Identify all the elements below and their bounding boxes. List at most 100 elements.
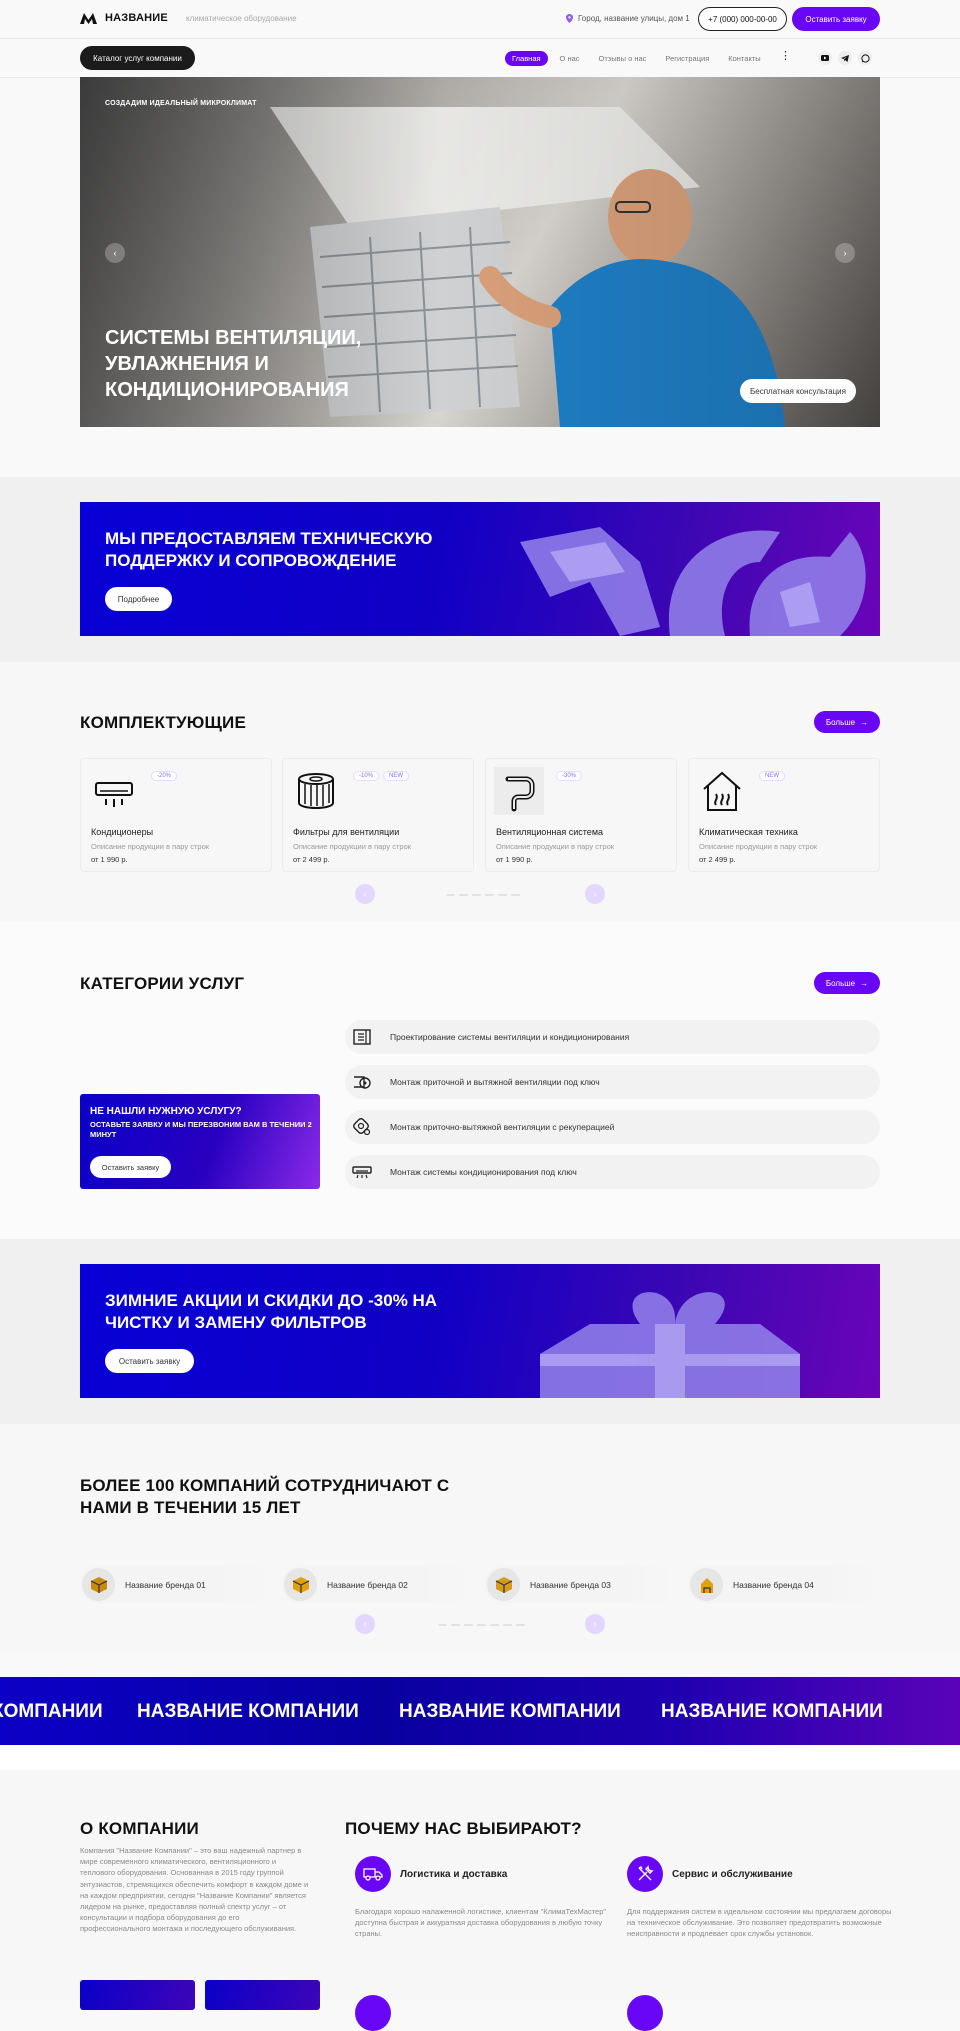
- brand-name: Название бренда 01: [125, 1580, 206, 1590]
- winter-promo-title: ЗИМНИЕ АКЦИИ И СКИДКИ ДО -30% НА ЧИСТКУ …: [105, 1291, 438, 1332]
- discount-badge: -10%: [353, 771, 380, 781]
- service-item[interactable]: Проектирование системы вентиляции и конд…: [345, 1020, 880, 1054]
- service-item[interactable]: Монтаж приточной и вытяжной вентиляции п…: [345, 1065, 880, 1099]
- service-label: Монтаж приточной и вытяжной вентиляции п…: [390, 1077, 600, 1087]
- discount-badge: -30%: [556, 771, 583, 781]
- nav-link-contacts[interactable]: Контакты: [721, 51, 767, 66]
- about-card[interactable]: [80, 1980, 195, 2010]
- partners-prev-arrow-icon[interactable]: ‹: [355, 1614, 375, 1634]
- winter-promo-banner: ЗИМНИЕ АКЦИИ И СКИДКИ ДО -30% НА ЧИСТКУ …: [80, 1264, 880, 1398]
- hero-prev-arrow-icon[interactable]: ‹: [105, 243, 125, 263]
- promo-title: НЕ НАШЛИ НУЖНУЮ УСЛУГУ?: [90, 1106, 242, 1117]
- spacer: [0, 1745, 960, 1770]
- support-banner-title: МЫ ПРЕДОСТАВЛЯЕМ ТЕХНИЧЕСКУЮ ПОДДЕРЖКУ И…: [105, 529, 433, 570]
- logo[interactable]: НАЗВАНИЕ: [80, 12, 168, 24]
- nav-link-home[interactable]: Главная: [505, 51, 548, 66]
- about-card[interactable]: [205, 1980, 320, 2010]
- why-item-text: Для поддержания систем в идеальном состо…: [627, 1907, 892, 1938]
- recuperator-icon: [353, 1118, 371, 1136]
- product-card[interactable]: NEW Климатическая техника Описание проду…: [688, 758, 880, 872]
- brand-item[interactable]: Название бренда 03: [485, 1566, 675, 1603]
- support-banner: МЫ ПРЕДОСТАВЛЯЕМ ТЕХНИЧЕСКУЮ ПОДДЕРЖКУ И…: [80, 502, 880, 636]
- request-button[interactable]: Оставить заявку: [792, 7, 880, 31]
- hero-title: СИСТЕМЫ ВЕНТИЛЯЦИИ, УВЛАЖНЕНИЯ И КОНДИЦИ…: [105, 327, 362, 401]
- partners-pager-dots[interactable]: [438, 1624, 525, 1626]
- product-card[interactable]: -10% NEW Фильтры для вентиляции Описание …: [282, 758, 474, 872]
- service-label: Проектирование системы вентиляции и конд…: [390, 1032, 630, 1042]
- support-band: МЫ ПРЕДОСТАВЛЯЕМ ТЕХНИЧЕСКУЮ ПОДДЕРЖКУ И…: [0, 477, 960, 662]
- address-text: Город, название улицы, дом 1: [578, 14, 690, 23]
- logo-icon: [80, 12, 97, 24]
- why-item: Логистика и доставка Благодаря хорошо на…: [355, 1856, 625, 1956]
- tools-icon: [627, 1856, 663, 1892]
- service-item[interactable]: Монтаж приточно-вытяжной вентиляции с ре…: [345, 1110, 880, 1144]
- gift-icon: [540, 1292, 800, 1398]
- arrow-right-icon: →: [860, 717, 869, 727]
- free-consultation-button[interactable]: Бесплатная консультация: [740, 379, 856, 403]
- service-item[interactable]: Монтаж системы кондиционирования под клю…: [345, 1155, 880, 1189]
- telegram-icon[interactable]: [838, 51, 852, 65]
- product-price: от 2 499 р.: [293, 855, 330, 864]
- why-item-icon-partial: [627, 1995, 663, 2031]
- ventilation-pipe-icon: [494, 767, 544, 815]
- promo-request-button[interactable]: Оставить заявку: [90, 1156, 171, 1178]
- fan-icon: [354, 1076, 371, 1089]
- product-badges: -10% NEW: [353, 771, 410, 781]
- why-item-title: Логистика и доставка: [400, 1869, 508, 1880]
- top-header: НАЗВАНИЕ климатическое оборудование Горо…: [0, 0, 960, 39]
- service-label: Монтаж системы кондиционирования под клю…: [390, 1167, 577, 1177]
- product-card[interactable]: -30% Вентиляционная система Описание про…: [485, 758, 677, 872]
- nav-link-register[interactable]: Регистрация: [658, 51, 716, 66]
- brand-name: Название бренда 03: [530, 1580, 611, 1590]
- components-more-button[interactable]: Больше →: [814, 711, 880, 733]
- product-desc: Описание продукции в пару строк: [91, 842, 210, 851]
- nav-link-reviews[interactable]: Отзывы о нас: [592, 51, 654, 66]
- catalog-button[interactable]: Каталог услуг компании: [80, 46, 195, 70]
- why-item: Сервис и обслуживание Для поддержания си…: [627, 1856, 897, 1956]
- promo-band: ЗИМНИЕ АКЦИИ И СКИДКИ ДО -30% НА ЧИСТКУ …: [0, 1239, 960, 1424]
- heating-house-icon: [703, 771, 741, 811]
- brand-logo-icon: [690, 1568, 723, 1601]
- marquee-item: НАЗВАНИЕ КОМПАНИИ: [399, 1701, 621, 1722]
- tagline: климатическое оборудование: [186, 14, 297, 23]
- product-name: Кондиционеры: [91, 827, 154, 837]
- youtube-icon[interactable]: [818, 51, 832, 65]
- details-button[interactable]: Подробнее: [105, 587, 172, 611]
- truck-icon: [355, 1856, 391, 1892]
- phone-button[interactable]: +7 (000) 000-00-00: [698, 7, 787, 31]
- why-item-icon-partial: [355, 1995, 391, 2031]
- wrench-icon: [520, 527, 866, 636]
- product-name: Климатическая техника: [699, 827, 798, 837]
- services-more-button[interactable]: Больше →: [814, 972, 880, 994]
- brand-item[interactable]: Название бренда 04: [688, 1566, 878, 1603]
- components-title: КОМПЛЕКТУЮЩИЕ: [80, 713, 247, 732]
- nav-link-about[interactable]: О нас: [553, 51, 587, 66]
- product-name: Фильтры для вентиляции: [293, 827, 400, 837]
- components-more-label: Больше: [825, 717, 856, 727]
- service-label: Монтаж приточно-вытяжной вентиляции с ре…: [390, 1122, 615, 1132]
- services-more-label: Больше: [825, 978, 856, 988]
- components-pager-dots[interactable]: [446, 894, 520, 896]
- partners-title: БОЛЕЕ 100 КОМПАНИЙ СОТРУДНИЧАЮТ С НАМИ В…: [80, 1476, 450, 1517]
- product-badges: NEW: [759, 771, 785, 781]
- components-next-arrow-icon[interactable]: ›: [585, 884, 605, 904]
- marquee-item: КОМПАНИИ: [0, 1701, 103, 1722]
- winter-promo-button[interactable]: Оставить заявку: [105, 1349, 194, 1373]
- marquee-item: НАЗВАНИЕ КОМПАНИИ: [661, 1701, 883, 1722]
- hero-eyebrow: СОЗДАДИМ ИДЕАЛЬНЫЙ МИКРОКЛИМАТ: [105, 100, 257, 107]
- main-nav: Каталог услуг компании Главная О нас Отз…: [0, 40, 960, 78]
- brand-logo-icon: [284, 1568, 317, 1601]
- hero-next-arrow-icon[interactable]: ›: [835, 243, 855, 263]
- product-badges: -20%: [151, 771, 178, 781]
- promo-subtitle: ОСТАВЬТЕ ЗАЯВКУ И МЫ ПЕРЕЗВОНИМ ВАМ В ТЕ…: [90, 1120, 312, 1139]
- more-vertical-icon[interactable]: ⋮: [780, 51, 791, 62]
- brand-item[interactable]: Название бренда 01: [80, 1566, 270, 1603]
- components-prev-arrow-icon[interactable]: ‹: [355, 884, 375, 904]
- address: Город, название улицы, дом 1: [566, 14, 690, 23]
- partners-next-arrow-icon[interactable]: ›: [585, 1614, 605, 1634]
- product-card[interactable]: -20% Кондиционеры Описание продукции в п…: [80, 758, 272, 872]
- brand-item[interactable]: Название бренда 02: [282, 1566, 472, 1603]
- new-badge: NEW: [383, 771, 410, 781]
- whatsapp-icon[interactable]: [858, 51, 872, 65]
- air-conditioner-icon: [95, 782, 133, 807]
